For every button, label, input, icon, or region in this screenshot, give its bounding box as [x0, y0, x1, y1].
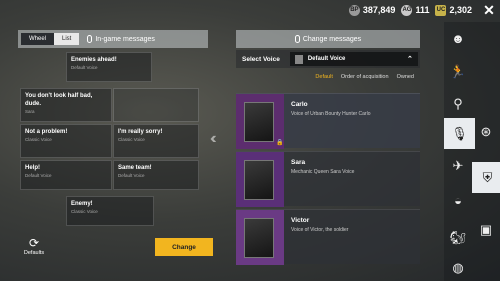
squirrel-icon[interactable]: 🐿	[444, 224, 472, 252]
voice-card-sara[interactable]: Sara Mechanic Queen Sara Voice	[236, 151, 420, 207]
change-button[interactable]: Change	[155, 238, 213, 256]
voice-pack-image: 🔒	[236, 94, 284, 149]
double-chevron-left-icon: ‹‹	[210, 130, 216, 147]
parachute-icon[interactable]: ⛨	[472, 162, 500, 193]
voice-card-carlo[interactable]: 🔒 Carlo Voice of Urban Bounty Hunter Car…	[236, 93, 420, 149]
lock-icon: 🔒	[276, 140, 284, 146]
chevron-up-icon: ⌃	[406, 56, 413, 63]
refresh-icon: ⟳	[28, 236, 40, 250]
defaults-button[interactable]: ⟳ Defaults	[20, 236, 48, 256]
slot-voice: Classic Voice	[25, 137, 52, 142]
voice-desc: Voice of Urban Bounty Hunter Carlo	[291, 111, 371, 117]
helmet-icon[interactable]: ◒	[444, 186, 472, 214]
message-slot-empty[interactable]	[113, 88, 199, 122]
sort-default[interactable]: Default	[315, 74, 332, 86]
slot-voice: Default Voice	[71, 65, 98, 70]
slot-title: Help!	[25, 165, 40, 171]
location-icon[interactable]: ⚲	[444, 90, 472, 118]
bp-value: 387,849	[362, 5, 396, 15]
ag-currency: AG 111	[401, 4, 430, 16]
bp-coin-icon: BP	[348, 4, 360, 16]
select-voice-bar: Select Voice Default Voice ⌃	[236, 50, 420, 68]
message-slot[interactable]: I'm really sorry! Classic Voice	[113, 124, 199, 158]
mic-icon	[294, 35, 300, 43]
phone-icon	[294, 54, 303, 64]
slot-title: Not a problem!	[25, 129, 68, 135]
wheel-toggle[interactable]: Wheel	[21, 33, 55, 45]
message-slot[interactable]: Not a problem! Classic Voice	[20, 124, 112, 158]
run-icon[interactable]: 🏃	[444, 58, 472, 86]
close-icon[interactable]: ✕	[482, 2, 496, 19]
in-game-messages-title: In-game messages	[95, 35, 155, 43]
voice-card-victor[interactable]: Victor Voice of Victor, the soldier	[236, 209, 420, 265]
slot-title: Same team!	[118, 165, 152, 171]
change-messages-title: Change messages	[302, 35, 362, 43]
steering-wheel-icon[interactable]: ⊛	[472, 118, 500, 146]
slot-voice: Default Voice	[118, 173, 145, 178]
ghost-icon[interactable]: ☻	[444, 24, 472, 52]
crate-icon[interactable]: ▣	[472, 216, 500, 244]
voice-name: Victor	[291, 217, 310, 224]
voice-name: Sara	[291, 159, 306, 166]
ag-value: 111	[415, 5, 430, 15]
message-slot[interactable]: Same team! Default Voice	[113, 160, 199, 190]
voice-name: Carlo	[291, 101, 308, 108]
slot-title: Enemies ahead!	[71, 57, 117, 63]
in-game-messages-header: Wheel List In-game messages	[18, 30, 208, 48]
balloon-icon[interactable]: ◍	[444, 254, 472, 281]
slot-title: You don't look half bad, dude.	[25, 93, 93, 107]
plane-icon[interactable]: ✈	[444, 152, 472, 180]
uc-value: 2,302	[449, 5, 472, 15]
category-sidebar: ☻ 🏃 ⚲ 🎙 ⊛ ✈ ⛨ ◒ ▣ 🐿 ◍	[444, 22, 500, 281]
message-slot[interactable]: You don't look half bad, dude. Sara	[20, 88, 112, 122]
slot-title: Enemy!	[71, 201, 93, 207]
voice-desc: Mechanic Queen Sara Voice	[291, 169, 355, 175]
select-voice-label: Select Voice	[242, 55, 280, 63]
slot-voice: Default Voice	[25, 173, 52, 178]
sort-options: Default Order of acquisition Owned	[236, 74, 420, 86]
bp-currency: BP 387,849	[348, 4, 396, 16]
voice-pack-image	[236, 152, 284, 207]
mic-icon[interactable]: 🎙	[444, 118, 475, 149]
slot-voice: Classic Voice	[118, 137, 145, 142]
ag-coin-icon: AG	[401, 4, 413, 16]
message-slot[interactable]: Enemy! Classic Voice	[66, 196, 154, 226]
message-slot[interactable]: Help! Default Voice	[20, 160, 112, 190]
voice-desc: Voice of Victor, the soldier	[291, 227, 349, 233]
list-toggle[interactable]: List	[54, 33, 80, 45]
change-messages-header: Change messages	[236, 30, 420, 48]
uc-currency[interactable]: UC 2,302	[435, 4, 472, 16]
defaults-label: Defaults	[23, 250, 45, 256]
sort-owned[interactable]: Owned	[397, 74, 414, 86]
slot-title: I'm really sorry!	[118, 129, 163, 135]
voice-pack-image	[236, 210, 284, 265]
slot-voice: Classic Voice	[71, 209, 98, 214]
voice-dropdown[interactable]: Default Voice ⌃	[289, 52, 418, 66]
slot-voice: Sara	[25, 109, 35, 114]
sort-order-of-acquisition[interactable]: Order of acquisition	[341, 74, 389, 86]
message-slot[interactable]: Enemies ahead! Default Voice	[66, 52, 152, 82]
selected-voice: Default Voice	[307, 56, 346, 62]
uc-coin-icon: UC	[435, 4, 447, 16]
mic-icon	[87, 35, 93, 43]
currency-bar: BP 387,849 AG 111 UC 2,302 ✕	[0, 0, 500, 20]
